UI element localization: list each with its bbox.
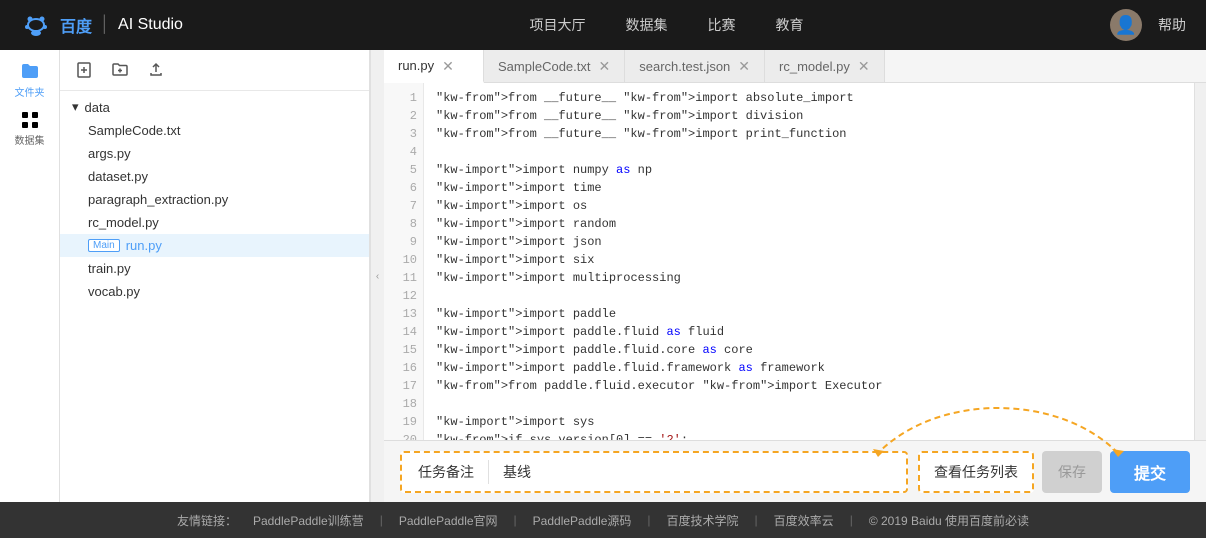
nav-right: 👤 帮助 (1110, 9, 1186, 41)
file-name-paragraph: paragraph_extraction.py (88, 192, 228, 207)
footer-link-paddlesrc[interactable]: PaddlePaddle源码 (533, 512, 632, 529)
footer-div3: | (647, 513, 650, 527)
line-numbers: 123456789101112131415161718192021222324 (384, 83, 424, 440)
file-item-rcmodel[interactable]: rc_model.py (60, 211, 369, 234)
scrollbar[interactable] (1194, 83, 1206, 440)
upload-button[interactable] (144, 58, 168, 82)
footer: 友情链接： PaddlePaddle训练营 | PaddlePaddle官网 |… (0, 502, 1206, 538)
footer-div1: | (380, 513, 383, 527)
tab-rcmodel-label: rc_model.py (779, 59, 850, 74)
submit-label: 提交 (1134, 460, 1166, 484)
tab-samplecode-close[interactable]: ✕ (599, 59, 611, 73)
footer-link-paddlecamp[interactable]: PaddlePaddle训练营 (253, 512, 364, 529)
main-area: 文件夹 数据集 (0, 50, 1206, 502)
new-file-button[interactable] (72, 58, 96, 82)
task-note-label: 任务备注 (410, 462, 482, 482)
file-toolbar (60, 50, 369, 91)
tab-searchtestjson-close[interactable]: ✕ (738, 59, 750, 73)
footer-div2: | (514, 513, 517, 527)
file-name-rcmodel: rc_model.py (88, 215, 159, 230)
tab-runpy-close[interactable]: ✕ (442, 59, 454, 73)
file-name-train: train.py (88, 261, 131, 276)
footer-link-baidutechacademy[interactable]: 百度技术学院 (667, 512, 739, 529)
footer-prefix: 友情链接： (177, 512, 237, 529)
nav-item-competitions[interactable]: 比赛 (707, 11, 735, 39)
footer-div5: | (850, 513, 853, 527)
save-button[interactable]: 保存 (1042, 451, 1102, 493)
new-folder-icon (112, 62, 128, 78)
top-nav: 百度 │ AI Studio 项目大厅 数据集 比赛 教育 👤 帮助 (0, 0, 1206, 50)
sidebar-item-files[interactable]: 文件夹 (10, 60, 50, 100)
folder-chevron-icon: ▾ (72, 99, 79, 115)
footer-link-baiducloud[interactable]: 百度效率云 (774, 512, 834, 529)
file-item-vocab[interactable]: vocab.py (60, 280, 369, 303)
file-item-samplecode[interactable]: SampleCode.txt (60, 119, 369, 142)
nav-items: 项目大厅 数据集 比赛 教育 (223, 11, 1110, 39)
sidebar: 文件夹 数据集 (0, 50, 60, 502)
file-name-args: args.py (88, 146, 131, 161)
tab-searchtestjson-label: search.test.json (639, 59, 730, 74)
folder-name: data (85, 100, 110, 115)
logo-divider: │ (100, 16, 110, 34)
tab-searchtestjson[interactable]: search.test.json ✕ (625, 50, 765, 82)
new-file-icon (76, 62, 92, 78)
logo-studio-text: AI Studio (118, 16, 183, 34)
task-input-group: 任务备注 基线 (400, 451, 908, 493)
tab-samplecode[interactable]: SampleCode.txt ✕ (484, 50, 625, 82)
tab-rcmodel[interactable]: rc_model.py ✕ (765, 50, 885, 82)
logo: 百度 │ AI Studio (20, 11, 183, 39)
file-panel: ▾ data SampleCode.txt args.py dataset.py… (60, 50, 370, 502)
avatar[interactable]: 👤 (1110, 9, 1142, 41)
file-name-vocab: vocab.py (88, 284, 140, 299)
view-tasks-button[interactable]: 查看任务列表 (918, 451, 1034, 493)
main-badge: Main (88, 239, 120, 252)
tab-runpy-label: run.py (398, 58, 434, 73)
submit-button[interactable]: 提交 (1110, 451, 1190, 493)
baseline-input[interactable] (539, 464, 898, 480)
editor-tabs: run.py ✕ SampleCode.txt ✕ search.test.js… (384, 50, 1206, 83)
folder-icon (20, 62, 40, 82)
file-name-dataset: dataset.py (88, 169, 148, 184)
code-editor[interactable]: 123456789101112131415161718192021222324 … (384, 83, 1206, 440)
collapse-handle[interactable]: ‹ (370, 50, 384, 502)
nav-item-education[interactable]: 教育 (775, 11, 803, 39)
file-item-dataset[interactable]: dataset.py (60, 165, 369, 188)
baseline-label: 基线 (495, 462, 539, 482)
grid-icon (20, 110, 40, 130)
code-content[interactable]: "kw-from">from __future__ "kw-from">impo… (424, 83, 1194, 440)
bottom-action-bar: 任务备注 基线 查看任务列表 保存 (384, 440, 1206, 502)
save-label: 保存 (1058, 462, 1086, 482)
nav-item-datasets[interactable]: 数据集 (625, 11, 667, 39)
editor-area: run.py ✕ SampleCode.txt ✕ search.test.js… (384, 50, 1206, 502)
task-divider (488, 460, 489, 484)
view-tasks-label: 查看任务列表 (934, 462, 1018, 482)
sidebar-datasets-label: 数据集 (15, 132, 45, 147)
tab-samplecode-label: SampleCode.txt (498, 59, 591, 74)
nav-help[interactable]: 帮助 (1158, 15, 1186, 35)
tab-rcmodel-close[interactable]: ✕ (858, 59, 870, 73)
footer-copyright: © 2019 Baidu 使用百度前必读 (869, 512, 1029, 529)
task-actions: 查看任务列表 保存 提交 (918, 451, 1190, 493)
footer-div4: | (755, 513, 758, 527)
new-folder-button[interactable] (108, 58, 132, 82)
file-name-samplecode: SampleCode.txt (88, 123, 181, 138)
footer-link-paddleofficial[interactable]: PaddlePaddle官网 (399, 512, 498, 529)
tab-runpy[interactable]: run.py ✕ (384, 50, 484, 83)
sidebar-item-datasets[interactable]: 数据集 (10, 108, 50, 148)
upload-icon (148, 62, 164, 78)
file-tree: ▾ data SampleCode.txt args.py dataset.py… (60, 91, 369, 502)
file-name-runpy: run.py (126, 238, 162, 253)
file-item-train[interactable]: train.py (60, 257, 369, 280)
file-item-args[interactable]: args.py (60, 142, 369, 165)
logo-baidu-text: 百度 (60, 13, 92, 37)
file-item-runpy[interactable]: Main run.py (60, 234, 369, 257)
sidebar-files-label: 文件夹 (15, 84, 45, 99)
folder-data[interactable]: ▾ data (60, 95, 369, 119)
file-item-paragraph[interactable]: paragraph_extraction.py (60, 188, 369, 211)
nav-item-projects[interactable]: 项目大厅 (529, 11, 585, 39)
baidu-logo-icon (20, 11, 52, 39)
